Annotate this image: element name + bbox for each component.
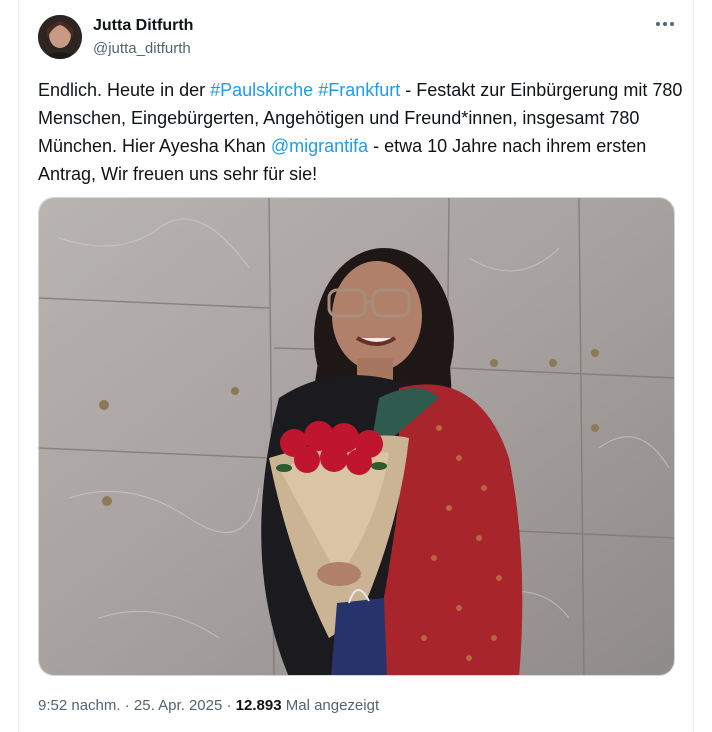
more-dot (670, 22, 674, 26)
tweet-meta: 9:52 nachm. · 25. Apr. 2025 · 12.893 Mal… (38, 697, 379, 714)
tweet-photo[interactable] (38, 197, 675, 676)
photo-woman-with-roses (39, 198, 674, 675)
author-handle[interactable]: @jutta_ditfurth (93, 40, 191, 57)
hashtag-paulskirche[interactable]: #Paulskirche (210, 80, 313, 100)
meta-separator: · (120, 697, 134, 714)
author-name[interactable]: Jutta Ditfurth (93, 17, 193, 35)
hashtag-frankfurt[interactable]: #Frankfurt (318, 80, 400, 100)
tweet-time[interactable]: 9:52 nachm. (38, 697, 121, 714)
tweet-text-part: Endlich. Heute in der (38, 80, 211, 100)
more-dot (663, 22, 667, 26)
profile-photo-icon (38, 15, 82, 59)
view-count: 12.893 (235, 697, 282, 714)
more-options-button[interactable] (652, 13, 678, 35)
tweet-date[interactable]: 25. Apr. 2025 (134, 697, 222, 714)
mention-migrantifa[interactable]: @migrantifa (271, 136, 368, 156)
tweet-text: Endlich. Heute in der #Paulskirche #Fran… (38, 76, 683, 188)
author-avatar[interactable] (38, 15, 82, 59)
more-horizontal-icon (656, 22, 660, 26)
views-label: Mal angezeigt (281, 697, 380, 714)
meta-separator: · (222, 697, 236, 714)
